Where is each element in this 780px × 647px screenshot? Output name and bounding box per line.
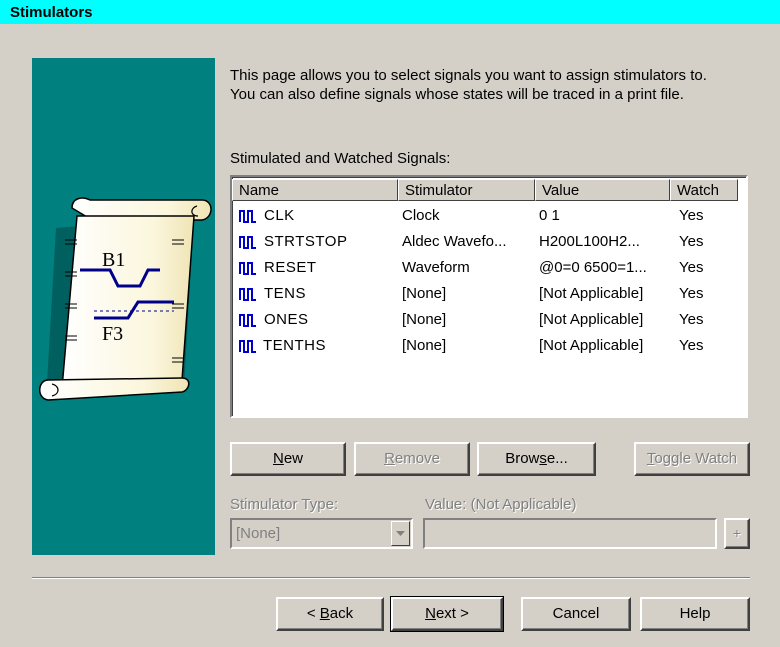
- value-input[interactable]: [423, 518, 717, 549]
- signal-value: [Not Applicable]: [539, 337, 644, 354]
- signal-watch: Yes: [679, 311, 704, 328]
- browse-button-label-start: Brow: [505, 450, 540, 467]
- signals-list[interactable]: Name Stimulator Value Watch CLK Clock 0 …: [230, 175, 748, 418]
- signal-watch: Yes: [679, 233, 704, 250]
- signal-watch: Yes: [679, 337, 704, 354]
- signal-name: ONES: [264, 311, 309, 328]
- signal-waveform-icon: [239, 340, 256, 353]
- back-button-hotkey: B: [319, 605, 330, 622]
- signals-caption: Stimulated and Watched Signals:: [230, 150, 451, 167]
- signal-value: H200L100H2...: [539, 233, 640, 250]
- intro-text: This page allows you to select signals y…: [230, 66, 770, 104]
- column-header-stimulator[interactable]: Stimulator: [398, 179, 535, 201]
- table-row[interactable]: ONES [None] [Not Applicable] Yes: [234, 307, 744, 333]
- column-header-name[interactable]: Name: [232, 179, 398, 201]
- next-button-hotkey: N: [425, 605, 436, 622]
- chevron-down-icon[interactable]: [391, 521, 410, 546]
- table-row[interactable]: TENS [None] [Not Applicable] Yes: [234, 281, 744, 307]
- new-button[interactable]: New: [230, 442, 346, 476]
- table-row[interactable]: CLK Clock 0 1 Yes: [234, 203, 744, 229]
- table-row[interactable]: TENTHS [None] [Not Applicable] Yes: [234, 333, 744, 359]
- toggle-watch-button[interactable]: Toggle Watch: [634, 442, 750, 476]
- signal-waveform-icon: [239, 314, 256, 327]
- signal-value: [Not Applicable]: [539, 311, 644, 328]
- back-button[interactable]: < Back: [276, 597, 384, 631]
- waveform-label-top: B1: [102, 249, 125, 271]
- intro-line-1: This page allows you to select signals y…: [230, 67, 707, 84]
- signal-watch: Yes: [679, 285, 704, 302]
- next-button[interactable]: Next >: [390, 596, 504, 632]
- stimulator-type-select[interactable]: [None]: [230, 518, 413, 549]
- signal-watch: Yes: [679, 259, 704, 276]
- signal-value: @0=0 6500=1...: [539, 259, 647, 276]
- signal-name: RESET: [264, 259, 317, 276]
- waveform-scroll-illustration: B1 F3: [39, 197, 212, 401]
- signal-stimulator: [None]: [402, 311, 447, 328]
- signal-stimulator: Waveform: [402, 259, 470, 276]
- signal-stimulator: [None]: [402, 337, 447, 354]
- remove-button-hotkey: R: [384, 450, 395, 467]
- value-label: Value: (Not Applicable): [425, 496, 577, 513]
- signal-name: TENS: [264, 285, 307, 302]
- signal-name: CLK: [264, 207, 295, 224]
- signal-waveform-icon: [239, 210, 256, 223]
- stimulator-type-label: Stimulator Type:: [230, 496, 339, 513]
- page-header: Stimulators: [0, 0, 780, 24]
- cancel-button[interactable]: Cancel: [521, 597, 631, 631]
- back-button-arrow: <: [306, 605, 320, 622]
- toggle-watch-label: oggle Watch: [654, 450, 738, 467]
- back-button-label: ack: [329, 605, 354, 622]
- signal-value: [Not Applicable]: [539, 285, 644, 302]
- table-row[interactable]: STRTSTOP Aldec Wavefo... H200L100H2... Y…: [234, 229, 744, 255]
- intro-line-2: You can also define signals whose states…: [230, 86, 684, 103]
- signal-waveform-icon: [239, 236, 256, 249]
- footer-divider: [32, 577, 750, 579]
- value-browse-button[interactable]: +: [724, 518, 750, 549]
- signal-name: STRTSTOP: [264, 233, 348, 250]
- table-row[interactable]: RESET Waveform @0=0 6500=1... Yes: [234, 255, 744, 281]
- stimulator-type-value: [None]: [236, 525, 281, 542]
- remove-button[interactable]: Remove: [354, 442, 470, 476]
- new-button-label: ew: [283, 450, 304, 467]
- focused-signal-name: TENTHS: [261, 337, 328, 354]
- waveform-label-bottom: F3: [102, 323, 123, 345]
- signal-watch: Yes: [679, 207, 704, 224]
- signal-value: 0 1: [539, 207, 560, 224]
- remove-button-label: emove: [394, 450, 440, 467]
- column-header-watch[interactable]: Watch: [670, 179, 738, 201]
- wizard-side-panel: B1 F3: [32, 58, 215, 555]
- browse-button[interactable]: Browse...: [477, 442, 596, 476]
- next-button-label: ext >: [435, 605, 469, 622]
- browse-button-hotkey: s: [539, 450, 547, 467]
- signal-stimulator: Aldec Wavefo...: [402, 233, 507, 250]
- page-title: Stimulators: [10, 4, 93, 21]
- signal-name: TENTHS: [261, 337, 328, 354]
- signal-stimulator: [None]: [402, 285, 447, 302]
- signal-waveform-icon: [239, 288, 256, 301]
- signal-stimulator: Clock: [402, 207, 440, 224]
- help-button[interactable]: Help: [640, 597, 750, 631]
- column-header-value[interactable]: Value: [535, 179, 670, 201]
- new-button-hotkey: N: [272, 450, 284, 467]
- signal-waveform-icon: [239, 262, 256, 275]
- browse-button-label-end: e...: [546, 450, 568, 467]
